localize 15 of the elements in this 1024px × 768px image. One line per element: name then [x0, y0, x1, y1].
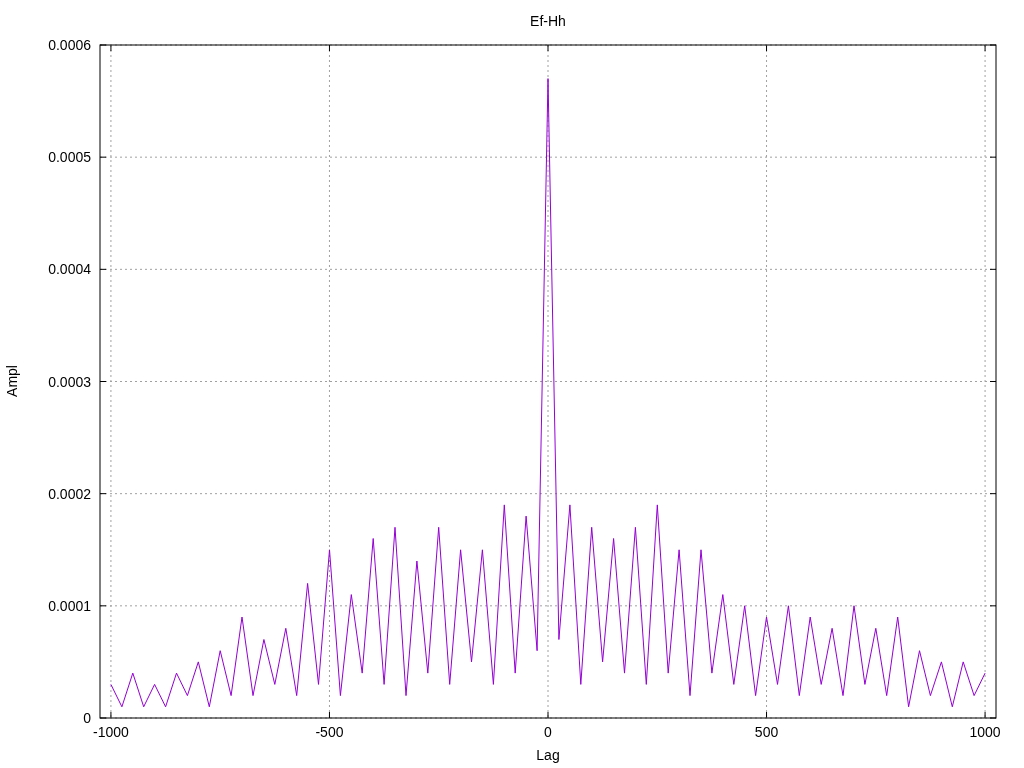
y-tick-label: 0.0006 [48, 37, 91, 53]
y-tick-label: 0.0005 [48, 149, 91, 166]
chart-title: Ef-Hh [530, 13, 566, 29]
y-axis-label: Ampl [4, 365, 20, 397]
y-tick-label: 0 [83, 710, 91, 726]
x-tick-label: 0 [544, 724, 552, 740]
x-tick-label: 1000 [969, 724, 1001, 740]
x-tick-label: 500 [754, 724, 779, 740]
x-tick-label: -1000 [93, 724, 129, 740]
x-tick-label: -500 [315, 724, 344, 740]
y-tick-label: 0.0003 [48, 373, 91, 390]
y-tick-label: 0.0002 [48, 485, 91, 502]
y-tick-label: 0.0004 [48, 261, 91, 278]
y-tick-label: 0.0001 [48, 597, 91, 614]
x-axis-label: Lag [536, 747, 560, 763]
